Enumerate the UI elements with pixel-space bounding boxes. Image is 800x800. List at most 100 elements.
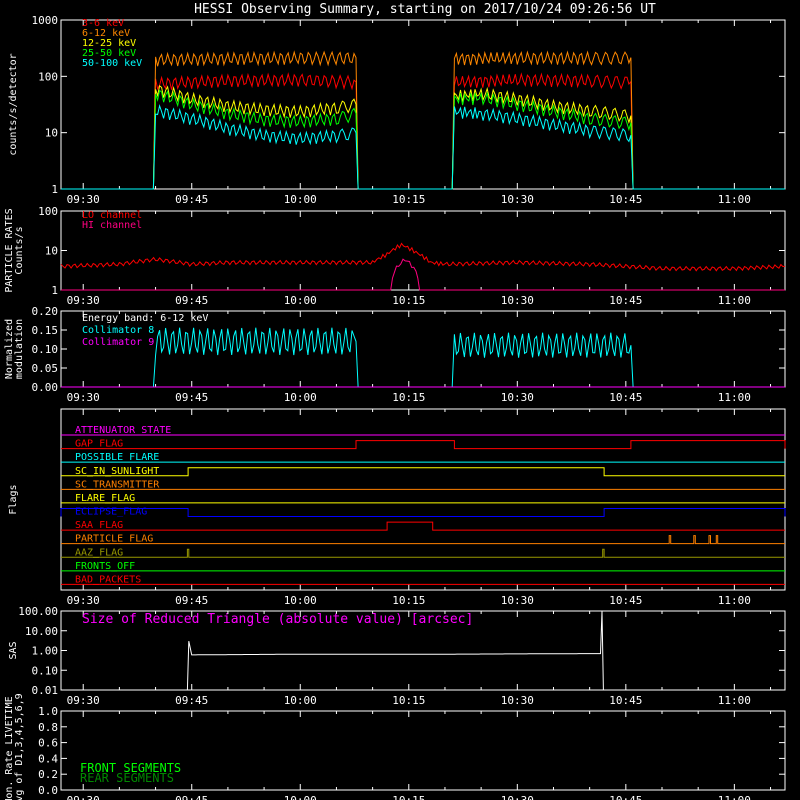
series-line-hi-channel [61,258,785,291]
x-tick-label: 10:15 [392,794,425,800]
x-tick-label: 10:30 [501,694,534,707]
summary-plot: HESSI Observing Summary, starting on 201… [4,2,786,800]
x-tick-label: 10:30 [501,193,534,206]
x-tick-label: 10:15 [392,294,425,307]
panel-particle-rates: 09:30 09:45 10:00 10:15 10:30 10:45 11:00 1 10 10… [4,205,786,307]
panel-sas: 09:30 09:45 10:00 10:15 10:30 10:45 11:00 0.01 0… [8,605,786,707]
annotation: Size of Reduced Triangle (absolute value… [82,612,473,627]
series-line-50-100-kev [61,103,785,190]
y-tick-label: 0.4 [38,752,58,765]
x-tick-label: 11:00 [718,694,751,707]
x-tick-label: 09:45 [175,694,208,707]
flag-label-bad-packets: BAD_PACKETS [75,574,141,585]
y-axis-label: SAS [8,641,19,659]
legend-entry: 50-100 keV [82,58,142,69]
series-line-25-50-kev [61,89,785,190]
y-tick-label: 0.8 [38,721,58,734]
hessi-observing-summary: HESSI Observing Summary, starting on 201… [0,0,800,800]
y-axis-label: Counts/s [14,226,25,274]
x-tick-label: 10:15 [392,694,425,707]
x-tick-label: 10:45 [609,391,642,404]
x-tick-label: 11:00 [718,794,751,800]
flag-line-particle-flag [61,535,785,545]
y-tick-label: 0.10 [32,343,59,356]
panel-frame [60,19,786,190]
flag-label-sc-transmitter: SC_TRANSMITTER [75,479,160,490]
x-tick-label: 10:15 [392,193,425,206]
y-tick-label: 0.20 [32,305,59,318]
series-line-6-12-kev [61,50,785,190]
x-tick-label: 10:30 [501,294,534,307]
x-tick-label: 10:45 [609,694,642,707]
x-tick-label: 10:45 [609,794,642,800]
x-tick-label: 11:00 [718,294,751,307]
annotation: Energy band: 6-12 keV [82,313,208,324]
flag-label-fronts-off: FRONTS_OFF [75,561,135,572]
y-tick-label: 0.05 [32,362,59,375]
flag-line-eclipse-flag [60,508,786,517]
flag-line-gap-flag [61,440,786,450]
flag-label-eclipse-flag: ECLIPSE_FLAG [75,507,147,518]
flag-label-attenuator-state: ATTENUATOR_STATE [75,425,171,436]
flag-line-aaz-flag [61,548,785,558]
x-tick-label: 10:30 [501,391,534,404]
x-tick-label: 10:45 [609,594,642,607]
y-tick-label: 0.00 [32,381,59,394]
y-axis-label: counts/s/detector [8,53,19,155]
y-axis-label: Flags [8,484,19,514]
y-tick-label: 100 [38,205,58,218]
x-tick-label: 10:30 [501,794,534,800]
y-tick-label: 1.00 [32,645,59,658]
y-tick-label: 0.01 [32,684,59,697]
x-tick-label: 09:45 [175,193,208,206]
x-tick-label: 09:45 [175,594,208,607]
x-tick-label: 11:00 [718,193,751,206]
x-tick-label: 10:00 [284,294,317,307]
chart-title: HESSI Observing Summary, starting on 201… [194,2,656,17]
y-axis-label: avg of D1,3,4,5,6,9 [14,693,25,800]
x-tick-label: 09:45 [175,391,208,404]
y-tick-label: 10.00 [25,625,58,638]
y-tick-label: 1 [51,183,58,196]
x-tick-label: 10:00 [284,594,317,607]
legend-entry: Collimator 9 [82,337,154,348]
flag-label-aaz-flag: AAZ_FLAG [75,547,123,558]
flag-label-sc-in-sunlight: SC_IN_SUNLIGHT [75,466,159,477]
flag-label-saa-flag: SAA_FLAG [75,520,123,531]
series-line-lo-channel [60,242,786,272]
x-tick-label: 09:30 [67,294,100,307]
x-tick-label: 09:30 [67,594,100,607]
flag-label-particle-flag: PARTICLE_FLAG [75,534,153,545]
flag-line-saa-flag [61,521,785,531]
y-tick-label: 1000 [32,14,59,27]
x-tick-label: 10:30 [501,594,534,607]
legend-entry: Collimator 8 [82,325,154,336]
x-tick-label: 10:00 [284,694,317,707]
x-tick-label: 10:15 [392,391,425,404]
y-tick-label: 10 [45,245,58,258]
y-axis-label: modulation [14,319,25,379]
x-tick-label: 09:45 [175,794,208,800]
y-tick-label: 0.2 [38,768,58,781]
x-tick-label: 10:15 [392,594,425,607]
x-tick-label: 10:00 [284,193,317,206]
x-tick-label: 10:00 [284,794,317,800]
panel-modulation: 09:30 09:45 10:00 10:15 10:30 10:45 11:00 0.00 0… [4,305,786,404]
y-tick-label: 1 [51,284,58,297]
y-tick-label: 100 [38,70,58,83]
legend-entry: HI channel [82,220,142,231]
panel-frame [60,210,786,291]
x-tick-label: 09:30 [67,193,100,206]
panel-flags: 09:30 09:45 10:00 10:15 10:30 10:45 11:00 Flags… [8,408,786,607]
x-tick-label: 11:00 [718,391,751,404]
flag-line-sc-in-sunlight [61,467,785,477]
x-tick-label: 10:45 [609,294,642,307]
y-tick-label: 1.0 [38,705,58,718]
y-tick-label: 0.6 [38,737,58,750]
y-tick-label: 0.10 [32,664,59,677]
y-tick-label: 100.00 [18,605,58,618]
x-tick-label: 10:45 [609,193,642,206]
flag-label-gap-flag: GAP_FLAG [75,439,123,450]
x-tick-label: 09:30 [67,694,100,707]
legend-entry: REAR SEGMENTS [80,771,174,785]
